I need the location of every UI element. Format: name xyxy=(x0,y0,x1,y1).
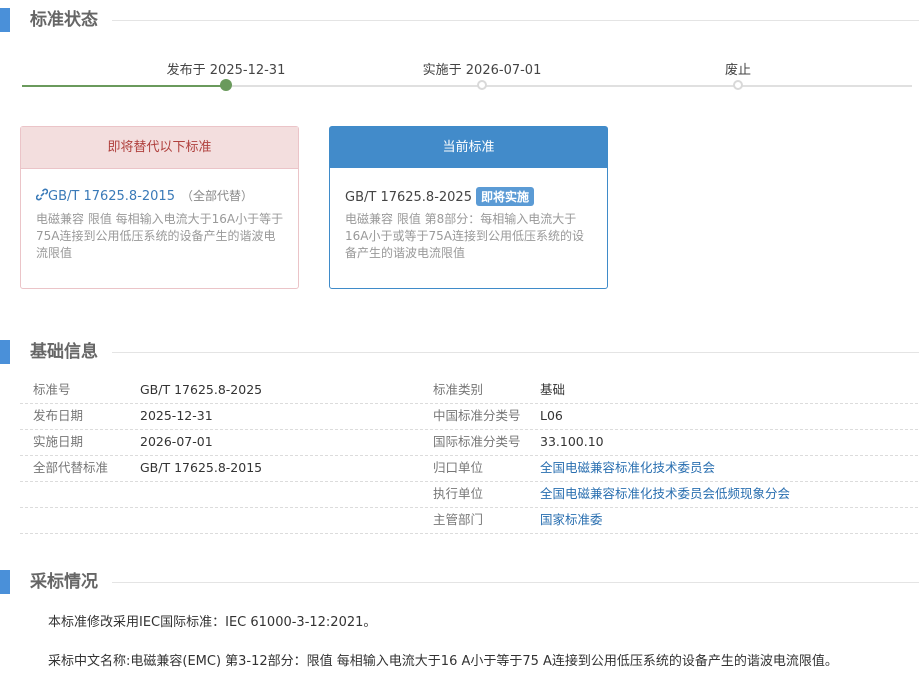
section-divider xyxy=(112,582,919,583)
info-label: 标准号 xyxy=(33,382,71,397)
info-label: 标准类别 xyxy=(433,382,484,397)
committee-link[interactable]: 全国电磁兼容标准化技术委员会 xyxy=(540,455,715,481)
current-standard-code: GB/T 17625.8-2025 xyxy=(345,190,472,205)
section-header-status: 标准状态 xyxy=(0,6,919,34)
info-label: 归口单位 xyxy=(433,460,484,475)
timeline-progress xyxy=(22,85,226,87)
status-badge: 即将实施 xyxy=(475,187,534,206)
info-value: 2026-07-01 xyxy=(140,434,213,449)
info-label: 发布日期 xyxy=(33,408,84,423)
replaced-standard-card: 即将替代以下标准 GB/T 17625.8-2015 （全部代替） 电磁兼容 限值… xyxy=(20,126,299,289)
section-divider xyxy=(112,20,919,21)
timeline-dot-published xyxy=(220,79,232,91)
table-row: 实施日期 2026-07-01 国际标准分类号 33.100.10 xyxy=(20,429,918,456)
info-value: GB/T 17625.8-2015 xyxy=(140,460,263,475)
table-row: 标准号 GB/T 17625.8-2025 标准类别 基础 xyxy=(20,377,918,404)
table-row: 发布日期 2025-12-31 中国标准分类号 L06 xyxy=(20,403,918,430)
link-icon xyxy=(35,188,49,201)
timeline-dot-implemented xyxy=(477,80,487,90)
info-label: 实施日期 xyxy=(33,434,84,449)
executing-unit-link[interactable]: 全国电磁兼容标准化技术委员会低频现象分会 xyxy=(540,481,790,507)
department-link[interactable]: 国家标准委 xyxy=(540,507,603,533)
info-label: 执行单位 xyxy=(433,486,484,501)
section-title: 标准状态 xyxy=(30,10,98,30)
table-row: 执行单位 全国电磁兼容标准化技术委员会低频现象分会 xyxy=(20,481,918,508)
replaced-standard-note: （全部代替） xyxy=(180,189,253,203)
replaced-standard-description: 电磁兼容 限值 每相输入电流大于16A小于等于75A连接到公用低压系统的设备产生… xyxy=(36,212,284,260)
section-marker xyxy=(0,8,10,32)
current-standard-description: 电磁兼容 限值 第8部分：每相输入电流大于16A小于或等于75A连接到公用低压系… xyxy=(345,212,584,260)
section-marker xyxy=(0,340,10,364)
info-label: 中国标准分类号 xyxy=(433,408,521,423)
current-standard-card: 当前标准 GB/T 17625.8-2025 即将实施 电磁兼容 限值 第8部分：… xyxy=(329,126,608,289)
section-marker xyxy=(0,570,10,594)
section-header-basic: 基础信息 xyxy=(0,338,919,366)
info-value: 33.100.10 xyxy=(540,434,604,449)
section-divider xyxy=(112,352,919,353)
section-title: 基础信息 xyxy=(30,342,98,362)
info-label: 主管部门 xyxy=(433,512,484,527)
adoption-statement: 本标准修改采用IEC国际标准：IEC 61000-3-12:2021。 xyxy=(48,615,377,630)
replaced-standard-code[interactable]: GB/T 17625.8-2015 xyxy=(48,189,175,204)
current-card-header: 当前标准 xyxy=(330,127,607,168)
replaced-card-header: 即将替代以下标准 xyxy=(21,127,298,169)
section-title: 采标情况 xyxy=(30,572,98,592)
info-value: 基础 xyxy=(540,382,566,397)
section-header-adoption: 采标情况 xyxy=(0,568,919,596)
adoption-chinese-name: 采标中文名称:电磁兼容(EMC) 第3-12部分：限值 每相输入电流大于16 A… xyxy=(48,654,838,669)
timeline-dot-abolished xyxy=(733,80,743,90)
info-value: 2025-12-31 xyxy=(140,408,213,423)
timeline-label-implemented: 实施于 2026-07-01 xyxy=(422,63,542,78)
info-label: 全部代替标准 xyxy=(33,460,109,475)
info-value: L06 xyxy=(540,408,563,423)
info-label: 国际标准分类号 xyxy=(433,434,521,449)
info-value: GB/T 17625.8-2025 xyxy=(140,382,263,397)
table-row: 主管部门 国家标准委 xyxy=(20,507,918,534)
timeline-label-published: 发布于 2025-12-31 xyxy=(166,63,286,78)
current-standard-code-row: GB/T 17625.8-2025 即将实施 xyxy=(345,187,534,206)
timeline-label-abolished: 废止 xyxy=(724,63,752,78)
replaced-standard-link[interactable]: GB/T 17625.8-2015 （全部代替） xyxy=(35,187,253,204)
table-row: 全部代替标准 GB/T 17625.8-2015 归口单位 全国电磁兼容标准化技… xyxy=(20,455,918,482)
